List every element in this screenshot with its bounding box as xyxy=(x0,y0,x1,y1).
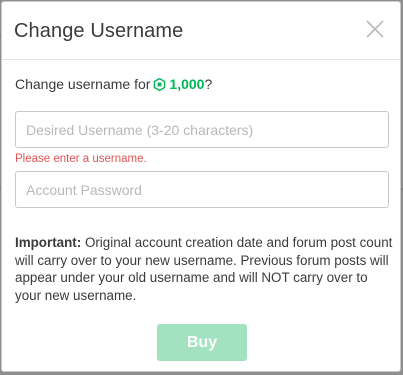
prompt-text: Change username for xyxy=(15,76,151,92)
robux-icon xyxy=(153,77,166,92)
important-notice: Important: Original account creation dat… xyxy=(15,234,393,304)
dialog-title: Change Username xyxy=(14,20,184,42)
buy-button[interactable]: Buy xyxy=(157,324,247,361)
desired-username-input[interactable] xyxy=(15,111,389,148)
dialog-header: Change Username xyxy=(2,2,400,60)
prompt-suffix: ? xyxy=(204,76,213,92)
change-username-prompt: Change username for 1,000? xyxy=(15,76,212,92)
change-username-dialog: Change Username Change username for 1,00… xyxy=(1,1,401,372)
notice-label: Important: xyxy=(15,235,82,250)
close-button[interactable] xyxy=(364,18,386,40)
username-error-message: Please enter a username. xyxy=(15,153,147,165)
price-value: 1,000 xyxy=(169,76,205,92)
close-icon xyxy=(366,20,384,38)
account-password-input[interactable] xyxy=(15,171,389,208)
